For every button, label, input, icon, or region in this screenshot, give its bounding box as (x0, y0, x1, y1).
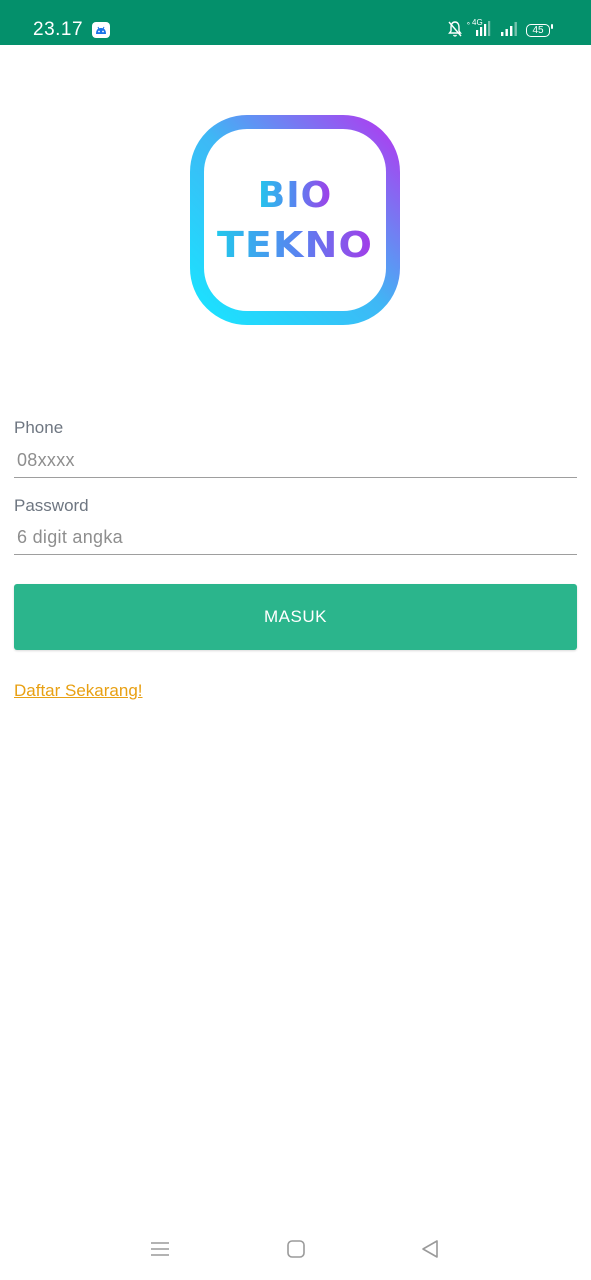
bell-muted-icon (448, 20, 462, 43)
signal-4g-label: 4G (472, 18, 483, 27)
logo-text-line1: BIO (258, 175, 332, 216)
system-nav-bar (0, 1225, 591, 1280)
status-time: 23.17 (33, 19, 84, 40)
login-button[interactable]: MASUK (14, 584, 577, 650)
status-bar: 23.17 ⁶ 4G 45 (0, 0, 591, 45)
android-app-icon (92, 22, 110, 38)
app-logo: BIO TEKNO (190, 115, 400, 325)
home-square-icon[interactable] (284, 1237, 308, 1261)
phone-label: Phone (14, 418, 64, 437)
password-input[interactable] (14, 521, 577, 555)
status-icons: ⁶ 4G 45 (448, 18, 558, 43)
back-triangle-icon[interactable] (418, 1237, 442, 1261)
logo-text-line2: TEKNO (217, 225, 373, 266)
signal-icon (500, 20, 520, 43)
password-label: Password (14, 496, 89, 515)
battery-icon: 45 (526, 20, 556, 40)
menu-icon[interactable] (148, 1237, 172, 1261)
svg-text:⁶: ⁶ (467, 21, 470, 29)
phone-input[interactable] (14, 444, 577, 478)
register-link[interactable]: Daftar Sekarang! (14, 681, 143, 701)
battery-level: 45 (526, 24, 550, 37)
